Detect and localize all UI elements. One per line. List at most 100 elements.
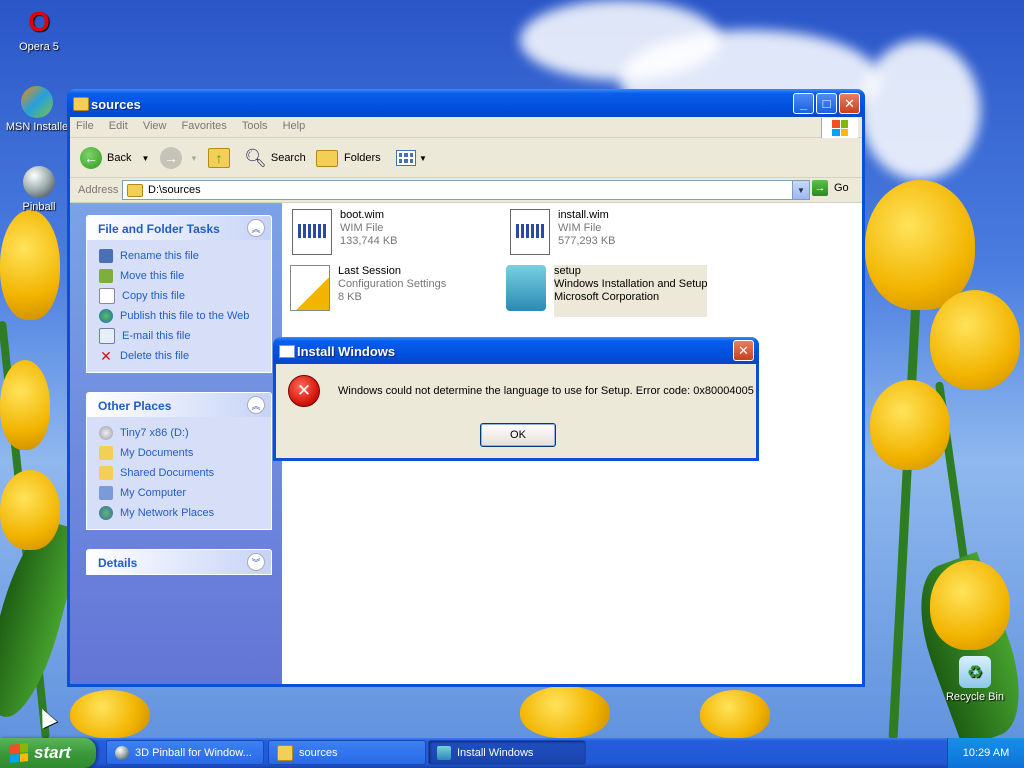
desktop-icon-label: Pinball	[22, 201, 56, 213]
up-folder-button[interactable]: ↑	[208, 145, 230, 171]
task-label: Copy this file	[122, 290, 185, 302]
my-computer-icon	[99, 486, 113, 500]
error-message: Windows could not determine the language…	[338, 385, 754, 397]
globe-icon	[99, 309, 113, 323]
window-title: sources	[91, 97, 141, 112]
window-icon	[279, 345, 295, 358]
cd-drive-icon	[99, 426, 113, 440]
taskbar-item-label: sources	[299, 746, 338, 759]
minimize-button[interactable]: _	[793, 93, 814, 114]
panel-header[interactable]: Other Places ︽	[87, 393, 271, 417]
desktop-icon-label: MSN Installe	[5, 121, 69, 133]
file-size: 8 KB	[338, 291, 362, 303]
menu-tools[interactable]: Tools	[236, 117, 274, 135]
search-icon: 🔍︎	[244, 147, 267, 168]
error-icon: ✕	[288, 375, 320, 407]
place-label: My Network Places	[120, 507, 215, 519]
maximize-button[interactable]: □	[816, 93, 837, 114]
delete-x-icon: ✕	[100, 348, 112, 364]
desktop-icon-msn-installer[interactable]: MSN Installe	[2, 86, 72, 133]
file-item-selected[interactable]: setup Windows Installation and Setup Micro…	[506, 265, 708, 317]
ok-button[interactable]: OK	[480, 423, 556, 447]
search-button[interactable]: 🔍︎ Search	[244, 145, 306, 171]
desktop-icon-pinball[interactable]: Pinball	[4, 166, 74, 213]
collapse-chevron-icon[interactable]: ︽	[247, 396, 265, 414]
menu-bar: File Edit View Favorites Tools Help	[70, 117, 862, 138]
folders-button[interactable]: Folders	[316, 145, 381, 171]
desktop-icon-opera[interactable]: O Opera 5	[4, 6, 74, 53]
task-publish[interactable]: Publish this file to the Web	[99, 306, 271, 326]
file-item[interactable]: Last Session Configuration Settings 8 KB	[290, 265, 446, 317]
file-type: WIM File	[340, 222, 384, 234]
menu-favorites[interactable]: Favorites	[176, 117, 233, 135]
copy-icon	[99, 288, 115, 304]
desktop-icon-recycle-bin[interactable]: ♻ Recycle Bin	[940, 656, 1010, 703]
back-label: Back	[107, 152, 132, 164]
place-my-computer[interactable]: My Computer	[99, 483, 271, 503]
shared-folder-icon	[99, 466, 113, 480]
file-item[interactable]: install.wim WIM File 577,293 KB	[510, 209, 616, 261]
taskbar-item-sources[interactable]: sources	[268, 740, 426, 765]
system-tray: 10:29 AM	[947, 738, 1024, 768]
desktop-icon-label: Opera 5	[19, 41, 59, 53]
task-label: Rename this file	[120, 250, 199, 262]
task-label: E-mail this file	[122, 330, 191, 342]
taskbar-item-pinball[interactable]: 3D Pinball for Window...	[106, 740, 264, 765]
install-windows-dialog: Install Windows ✕ ✕ Windows could not de…	[273, 337, 759, 461]
file-item[interactable]: boot.wim WIM File 133,744 KB	[292, 209, 398, 261]
panel-header[interactable]: Details ︾	[87, 550, 271, 574]
task-copy[interactable]: Copy this file	[99, 286, 271, 306]
file-company: Microsoft Corporation	[554, 291, 660, 303]
task-rename[interactable]: Rename this file	[99, 246, 271, 266]
desktop-icon-label: Recycle Bin	[945, 691, 1005, 703]
back-button[interactable]: ← Back ▼	[80, 145, 149, 171]
wim-file-icon	[292, 209, 332, 255]
dialog-close-button[interactable]: ✕	[733, 340, 754, 361]
expand-chevron-icon[interactable]: ︾	[247, 553, 265, 571]
collapse-chevron-icon[interactable]: ︽	[247, 219, 265, 237]
menu-help[interactable]: Help	[277, 117, 312, 135]
menu-edit[interactable]: Edit	[103, 117, 134, 135]
rename-icon	[99, 249, 113, 263]
setup-installer-icon	[506, 265, 546, 311]
folder-icon	[127, 183, 143, 197]
place-my-documents[interactable]: My Documents	[99, 443, 271, 463]
task-label: Publish this file to the Web	[120, 310, 250, 322]
place-label: My Computer	[120, 487, 187, 499]
address-input[interactable]: D:\sources ▼	[122, 180, 810, 200]
task-email[interactable]: E-mail this file	[99, 326, 271, 346]
clock[interactable]: 10:29 AM	[963, 747, 1009, 759]
start-button[interactable]: start	[0, 738, 96, 768]
forward-button[interactable]: → ▼	[160, 145, 198, 171]
taskbar-item-install-windows[interactable]: Install Windows	[428, 740, 586, 765]
views-button[interactable]: ▼	[396, 145, 427, 171]
other-places-panel: Other Places ︽ Tiny7 x86 (D:) My Documen…	[86, 392, 272, 530]
views-icon	[396, 150, 416, 166]
menu-file[interactable]: File	[70, 117, 100, 135]
file-name: boot.wim	[340, 209, 385, 221]
setup-icon	[437, 745, 451, 760]
forward-dropdown-icon[interactable]: ▼	[190, 154, 198, 163]
folders-icon	[316, 149, 338, 167]
menu-view[interactable]: View	[137, 117, 173, 135]
address-dropdown-icon[interactable]: ▼	[792, 181, 809, 199]
go-button[interactable]: → Go	[812, 180, 849, 196]
place-drive-d[interactable]: Tiny7 x86 (D:)	[99, 423, 271, 443]
close-button[interactable]: ✕	[839, 93, 860, 114]
back-dropdown-icon[interactable]: ▼	[141, 154, 149, 163]
mouse-cursor-icon	[34, 705, 58, 729]
file-size: 133,744 KB	[340, 235, 398, 247]
place-shared-documents[interactable]: Shared Documents	[99, 463, 271, 483]
details-panel: Details ︾	[86, 549, 272, 575]
panel-header[interactable]: File and Folder Tasks ︽	[87, 216, 271, 240]
my-documents-icon	[99, 446, 113, 460]
back-arrow-icon: ←	[80, 147, 102, 169]
file-name: Last Session	[338, 265, 401, 277]
window-titlebar[interactable]: sources _ □ ✕	[67, 89, 865, 119]
task-delete[interactable]: ✕ Delete this file	[99, 346, 271, 366]
dialog-titlebar[interactable]: Install Windows ✕	[273, 337, 759, 364]
task-label: Move this file	[120, 270, 185, 282]
address-label: Address	[78, 184, 119, 196]
task-move[interactable]: Move this file	[99, 266, 271, 286]
place-my-network-places[interactable]: My Network Places	[99, 503, 271, 523]
